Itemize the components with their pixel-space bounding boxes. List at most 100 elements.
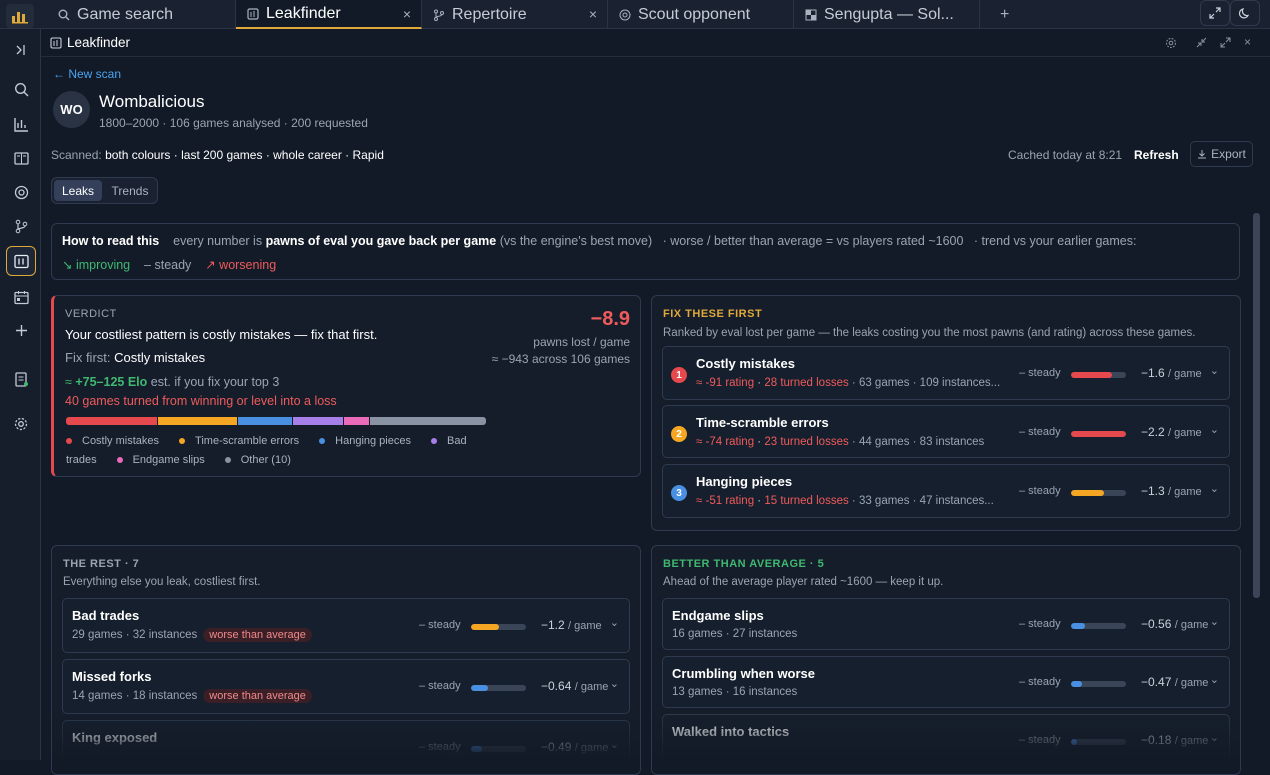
total-loss: ≈ −943 across 106 games	[491, 352, 630, 366]
leak-title: Bad trades	[72, 608, 140, 623]
leak-subline: ≈ -51 rating · 15 turned losses · 33 gam…	[696, 495, 994, 507]
chevron-down-icon[interactable]: ⌄	[610, 677, 619, 690]
sidebar-item-repertoire[interactable]	[6, 211, 36, 241]
leak-bar-fill	[1071, 490, 1104, 496]
better-heading: BETTER THAN AVERAGE · 5	[663, 558, 825, 570]
verdict-heading: VERDICT	[65, 308, 117, 320]
legend-dot	[319, 438, 326, 445]
fix-first-card: FIX THESE FIRST Ranked by eval lost per …	[651, 295, 1241, 531]
fix-item[interactable]: 3 Hanging pieces ≈ -51 rating · 15 turned …	[662, 464, 1230, 518]
sidebar-item-notes[interactable]	[6, 364, 36, 394]
how-to-read-line1: How to read this every number is pawns o…	[62, 234, 1136, 248]
leak-title: Time-scramble errors	[696, 415, 829, 430]
howto-text: · trend vs your earlier games:	[973, 234, 1137, 248]
tab-trends[interactable]: Trends	[106, 180, 154, 201]
fix-item[interactable]: 2 Time-scramble errors ≈ -74 rating · 23 t…	[662, 405, 1230, 458]
search-icon	[14, 82, 28, 96]
refresh-button[interactable]: Refresh	[1134, 148, 1179, 162]
chevron-down-icon[interactable]: ⌄	[1210, 423, 1219, 436]
branch-icon	[432, 8, 446, 22]
trend-improving: ↘ improving	[62, 258, 131, 272]
legend-item: Costly mistakes	[66, 435, 169, 447]
rest-item[interactable]: Bad trades 29 games · 32 instances worse t…	[62, 598, 630, 653]
sidebar-add-button[interactable]	[6, 315, 36, 345]
tab-scout-opponent[interactable]: Scout opponent	[608, 0, 794, 29]
leak-bar-fill	[471, 624, 499, 630]
turned-games: 40 games turned from winning or level in…	[65, 394, 337, 408]
fix-item[interactable]: 1 Costly mistakes ≈ -91 rating · 28 turned…	[662, 346, 1230, 400]
gear-icon[interactable]	[1165, 37, 1177, 49]
chevron-down-icon[interactable]: ⌄	[1210, 364, 1219, 377]
fade-overlay	[652, 711, 1240, 774]
export-button[interactable]: Export	[1190, 141, 1253, 167]
leak-value: −0.56	[1141, 617, 1172, 631]
fullscreen-button[interactable]	[1200, 0, 1230, 26]
chevron-down-icon[interactable]: ⌄	[1210, 482, 1219, 495]
trend-label: – steady	[1019, 485, 1061, 497]
trend-label: – steady	[1019, 618, 1061, 630]
new-scan-link[interactable]: ← New scan	[53, 67, 121, 81]
sidebar-item-calendar[interactable]	[6, 282, 36, 312]
turned-losses: 15 turned losses	[764, 495, 849, 507]
leak-value: −1.6	[1141, 366, 1165, 380]
scrollbar[interactable]	[1253, 213, 1260, 598]
leak-value: −0.47	[1141, 675, 1172, 689]
close-panel-icon[interactable]: ×	[1244, 35, 1251, 49]
target-icon	[14, 185, 28, 199]
sidebar-item-library[interactable]	[6, 143, 36, 173]
close-icon[interactable]: ×	[589, 6, 597, 22]
breakdown-bar	[66, 417, 486, 425]
leak-value-wrap: −1.3 / game	[1141, 484, 1202, 498]
tab-sengupta[interactable]: Sengupta — Sol...	[794, 0, 980, 29]
big-loss-value: −8.9	[590, 308, 630, 330]
tab-leakfinder[interactable]: Leakfinder ×	[236, 0, 422, 29]
tab-leaks[interactable]: Leaks	[54, 180, 102, 201]
legend-label: Time-scramble errors	[195, 435, 300, 447]
leak-subline: 14 games · 18 instances worse than averag…	[72, 689, 312, 703]
sidebar-item-scout[interactable]	[6, 177, 36, 207]
branch-icon	[15, 219, 27, 233]
sidebar-item-leakfinder[interactable]	[6, 246, 36, 276]
app-logo[interactable]	[6, 4, 34, 28]
theme-toggle-button[interactable]	[1230, 0, 1260, 26]
expand-icon[interactable]	[1220, 37, 1231, 48]
tab-repertoire[interactable]: Repertoire ×	[422, 0, 608, 29]
fix-first-line: Fix first: Costly mistakes	[65, 350, 205, 365]
sidebar-item-search[interactable]	[6, 74, 36, 104]
close-icon[interactable]: ×	[403, 6, 411, 22]
new-tab-button[interactable]: +	[980, 0, 1030, 29]
rest-heading: THE REST · 7	[63, 558, 140, 570]
chevron-down-icon[interactable]: ⌄	[1210, 673, 1219, 686]
target-icon	[618, 8, 632, 22]
leak-value-wrap: −1.6 / game	[1141, 366, 1202, 380]
better-subheading: Ahead of the average player rated ~1600 …	[663, 576, 944, 588]
panel-header: Leakfinder ×	[41, 29, 1270, 57]
bar-chart-icon	[13, 117, 28, 132]
chevron-down-icon[interactable]: ⌄	[610, 616, 619, 629]
moon-icon	[1239, 8, 1250, 19]
leak-subline: ≈ -91 rating · 28 turned losses · 63 gam…	[696, 377, 1001, 389]
search-icon	[57, 8, 71, 22]
leak-value: −1.2	[541, 618, 565, 632]
legend-item: Time-scramble errors	[179, 435, 309, 447]
leak-bar-fill	[1071, 431, 1126, 437]
book-icon	[13, 151, 29, 165]
export-label: Export	[1211, 147, 1246, 161]
leakfinder-icon	[50, 36, 62, 49]
sidebar-item-settings[interactable]	[6, 409, 36, 439]
rest-item[interactable]: Missed forks 14 games · 18 instances worse…	[62, 659, 630, 714]
shrink-icon[interactable]	[1196, 37, 1207, 48]
tab-game-search[interactable]: Game search	[47, 0, 236, 29]
breakdown-segment	[369, 417, 486, 425]
better-item[interactable]: Endgame slips 16 games · 27 instances – st…	[662, 598, 1230, 650]
breakdown-segment	[238, 417, 293, 425]
view-tabs: Leaks Trends	[51, 177, 158, 204]
chevron-down-icon[interactable]: ⌄	[1210, 615, 1219, 628]
leak-unit: / game	[574, 681, 609, 693]
sidebar-item-stats[interactable]	[6, 109, 36, 139]
trend-worsening: ↗ worsening	[205, 258, 277, 272]
sidebar-collapse-button[interactable]	[6, 35, 36, 65]
better-item[interactable]: Crumbling when worse 13 games · 16 instan…	[662, 656, 1230, 708]
trend-legend: ↘ improving – steady ↗ worsening	[62, 257, 276, 272]
leak-value-wrap: −2.2 / game	[1141, 425, 1202, 439]
